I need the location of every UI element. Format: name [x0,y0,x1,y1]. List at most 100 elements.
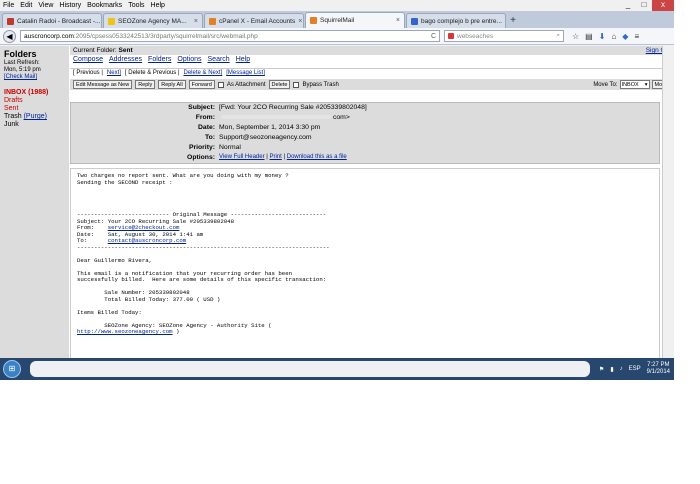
toolbar-icons: ☆ ▤ ⬇ ⌂ ◆ ≡ [572,32,639,41]
message-list-link[interactable]: [Message List] [226,70,265,78]
check-mail-link[interactable]: [Check Mail] [4,74,65,81]
network-icon[interactable]: ▮ [610,366,613,373]
menu-tools[interactable]: Tools [128,2,144,9]
delete-button[interactable]: Delete [268,80,291,89]
navigation-bar: ◀ auscroncorp.com:2095/cpsess0533242513/… [0,28,674,45]
clock[interactable]: 7:27 PM 9/1/2014 [647,362,670,376]
move-folder-select[interactable]: INBOX ▾ [619,80,650,89]
tab-strip: Catalin Radoi - Broadcast -...× SEOZone … [0,11,674,28]
last-refresh-time: Mon, 5:19 pm [4,67,41,73]
vertical-scrollbar[interactable] [662,46,674,358]
folder-sent[interactable]: Sent [4,105,65,113]
message-headers: Subject: [Fwd: Your 2CO Recurring Sale #2… [70,102,660,164]
back-arrow-icon[interactable]: ◀ [3,29,16,43]
search-icon[interactable]: ⌕ [556,32,560,40]
close-tab-icon[interactable]: × [194,18,198,25]
tab-5[interactable]: bago complejo b pre entre...× [406,13,506,28]
folder-inbox[interactable]: INBOX (1988) [4,89,65,97]
refresh-icon[interactable]: C [431,33,436,40]
forward-button[interactable]: Forward [188,80,215,89]
close-tab-icon[interactable]: × [505,18,506,25]
current-folder-name: Sent [118,47,133,54]
edit-as-new-button[interactable]: Edit Message as New [73,80,133,89]
header-priority: Priority: Normal [188,144,241,151]
print-link[interactable]: Print [269,154,281,160]
browser-menubar: File Edit View History Bookmarks Tools H… [0,0,674,11]
flag-icon[interactable]: ⚑ [599,366,604,373]
reply-button[interactable]: Reply [135,80,156,89]
url-bar[interactable]: auscroncorp.com:2095/cpsess0533242513/3r… [20,30,440,42]
url-host: auscroncorp.com [24,32,74,40]
redacted-scribble [221,115,331,120]
url-path: :2095/cpsess0533242513/3rdparty/squirrel… [73,32,258,40]
window-controls: _ □ x [620,0,674,11]
tab-2[interactable]: SEOZone Agency MA... × [103,13,203,28]
folder-drafts[interactable]: Drafts [4,97,65,105]
close-tab-icon[interactable]: × [298,18,302,25]
tab-favicon [7,17,14,25]
search-placeholder: webseaches [457,32,494,40]
help-link[interactable]: Help [236,56,250,64]
download-icon[interactable]: ⬇ [599,32,606,41]
message-pane: Current Folder: Sent Sign Out Compose Ad… [70,46,674,358]
tab-favicon [108,17,115,25]
purge-link[interactable]: (Purge) [24,113,47,120]
tab-4-active[interactable]: SquirrelMail × [305,12,405,28]
home-icon[interactable]: ⌂ [611,32,616,41]
tab-favicon [209,17,216,25]
new-tab-button[interactable]: + [507,15,519,28]
search-bar[interactable]: webseaches ⌕ [444,30,564,42]
hamburger-menu-icon[interactable]: ≡ [634,32,639,41]
menu-edit[interactable]: Edit [20,2,32,9]
folder-junk[interactable]: Junk [4,121,65,129]
reply-all-button[interactable]: Reply All [158,80,186,89]
folders-link[interactable]: Folders [148,56,171,64]
language-indicator[interactable]: ESP [629,366,641,372]
folder-trash[interactable]: Trash [4,113,22,120]
options-link[interactable]: Options [177,56,201,64]
addresses-link[interactable]: Addresses [109,56,142,64]
view-full-header-link[interactable]: View Full Header [219,154,265,160]
message-toolbar: Edit Message as New Reply Reply All Forw… [70,79,674,90]
bookmarks-icon[interactable]: ▤ [585,32,593,41]
next-link[interactable]: Next] [107,70,121,78]
tab-favicon [310,17,317,24]
chevron-down-icon: ▾ [644,81,648,88]
folder-sidebar: Folders Last Refresh: Mon, 5:19 pm [Chec… [0,46,69,358]
header-subject: Subject: [Fwd: Your 2CO Recurring Sale #2… [188,104,367,111]
bypass-trash-checkbox[interactable] [293,81,300,88]
site-link[interactable]: http://www.seozoneagency.com [77,328,173,335]
folders-title: Folders [4,49,37,59]
tab-favicon [411,17,418,25]
addon-icon[interactable]: ◆ [622,32,628,41]
tab-3[interactable]: cPanel X - Email Accounts × [204,13,304,28]
folder-trash-row: Trash (Purge) [4,113,65,121]
header-date: Date: Mon, September 1, 2014 3:30 pm [198,124,321,131]
header-to: To: Support@seozoneagency.com [204,134,312,141]
compose-link[interactable]: Compose [73,56,103,64]
minimize-button[interactable]: _ [620,0,636,11]
delete-previous-link[interactable]: [ Delete & Previous | [125,70,180,78]
header-options: Options: View Full Header | Print | Down… [187,154,347,161]
menu-view[interactable]: View [38,2,53,9]
message-body: Two charges no report sent. What are you… [70,168,660,358]
tab-1[interactable]: Catalin Radoi - Broadcast -...× [2,13,102,28]
menu-history[interactable]: History [59,2,81,9]
previous-link[interactable]: [ Previous | [73,70,103,78]
download-link[interactable]: Download this as a file [287,154,347,160]
as-attachment-checkbox[interactable] [217,81,224,88]
delete-next-link[interactable]: Delete & Next] [184,70,223,78]
squirrelmail: Folders Last Refresh: Mon, 5:19 pm [Chec… [0,46,674,358]
bookmark-star-icon[interactable]: ☆ [572,32,579,41]
start-button[interactable]: ⊞ [3,360,21,378]
close-window-button[interactable]: x [652,0,674,11]
menu-bookmarks[interactable]: Bookmarks [87,2,122,9]
current-folder-bar: Current Folder: Sent Sign Out [70,46,674,55]
maximize-button[interactable]: □ [636,0,652,11]
search-link[interactable]: Search [208,56,230,64]
menu-help[interactable]: Help [151,2,165,9]
close-tab-icon[interactable]: × [396,17,400,24]
volume-icon[interactable]: ♪ [620,366,623,372]
menu-file[interactable]: File [3,2,14,9]
system-tray: ⚑ ▮ ♪ ESP 7:27 PM 9/1/2014 [599,359,670,379]
